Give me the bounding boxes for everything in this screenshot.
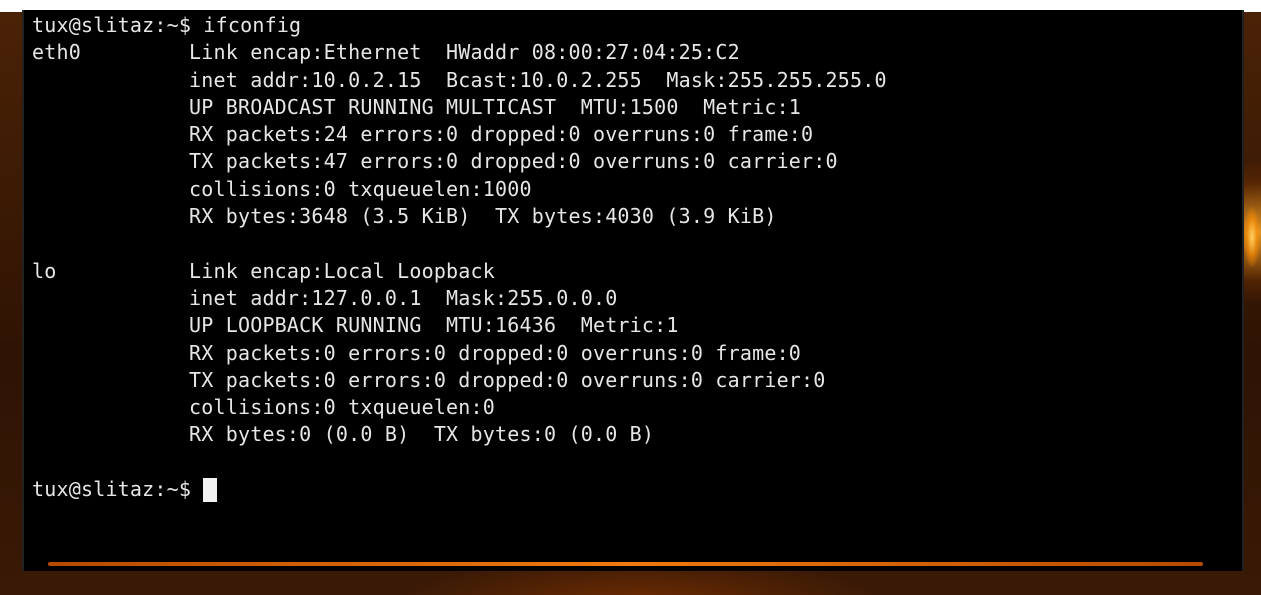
interface-name-lo: lo [32,258,57,283]
lo-inet-addr: inet addr:127.0.0.1 Mask:255.0.0.0 [189,285,618,310]
eth0-rx-packets: RX packets:24 errors:0 dropped:0 overrun… [189,122,814,147]
text-cursor [203,477,218,502]
terminal-output: tux@slitaz:~$ ifconfig eth0 Link encap:Et… [32,12,1232,503]
lo-collisions: collisions:0 txqueuelen:0 [189,395,496,420]
command-line: tux@slitaz:~$ ifconfig [32,13,302,37]
eth0-link-encap: Link encap:Ethernet HWaddr 08:00:27:04:2… [189,40,740,65]
eth0-tx-packets: TX packets:47 errors:0 dropped:0 overrun… [189,149,838,174]
eth0-inet-addr: inet addr:10.0.2.15 Bcast:10.0.2.255 Mas… [189,67,887,92]
wallpaper-glow [1244,207,1260,267]
lo-line-1: lo Link encap:Local Loopback [32,258,1232,285]
eth0-flags: UP BROADCAST RUNNING MULTICAST MTU:1500 … [189,94,802,119]
eth0-line-1: eth0 Link encap:Ethernet HWaddr 08:00:27:… [32,39,1232,66]
eth0-bytes: RX bytes:3648 (3.5 KiB) TX bytes:4030 (3… [189,204,777,229]
lo-link-encap: Link encap:Local Loopback [189,258,496,283]
lo-tx-packets: TX packets:0 errors:0 dropped:0 overruns… [189,367,826,392]
lo-bytes: RX bytes:0 (0.0 B) TX bytes:0 (0.0 B) [189,422,655,447]
interface-name-eth0: eth0 [32,40,81,65]
screen: tux@slitaz:~$ ifconfig eth0 Link encap:Et… [0,0,1261,595]
prompt-line[interactable]: tux@slitaz:~$ [32,476,1232,503]
terminal-window[interactable]: tux@slitaz:~$ ifconfig eth0 Link encap:Et… [22,10,1244,571]
shell-prompt: tux@slitaz:~$ [32,477,192,502]
lo-flags: UP LOOPBACK RUNNING MTU:16436 Metric:1 [189,313,679,338]
eth0-collisions: collisions:0 txqueuelen:1000 [189,176,532,201]
lo-rx-packets: RX packets:0 errors:0 dropped:0 overruns… [189,340,802,365]
terminal-bottom-accent-bar [48,562,1203,566]
